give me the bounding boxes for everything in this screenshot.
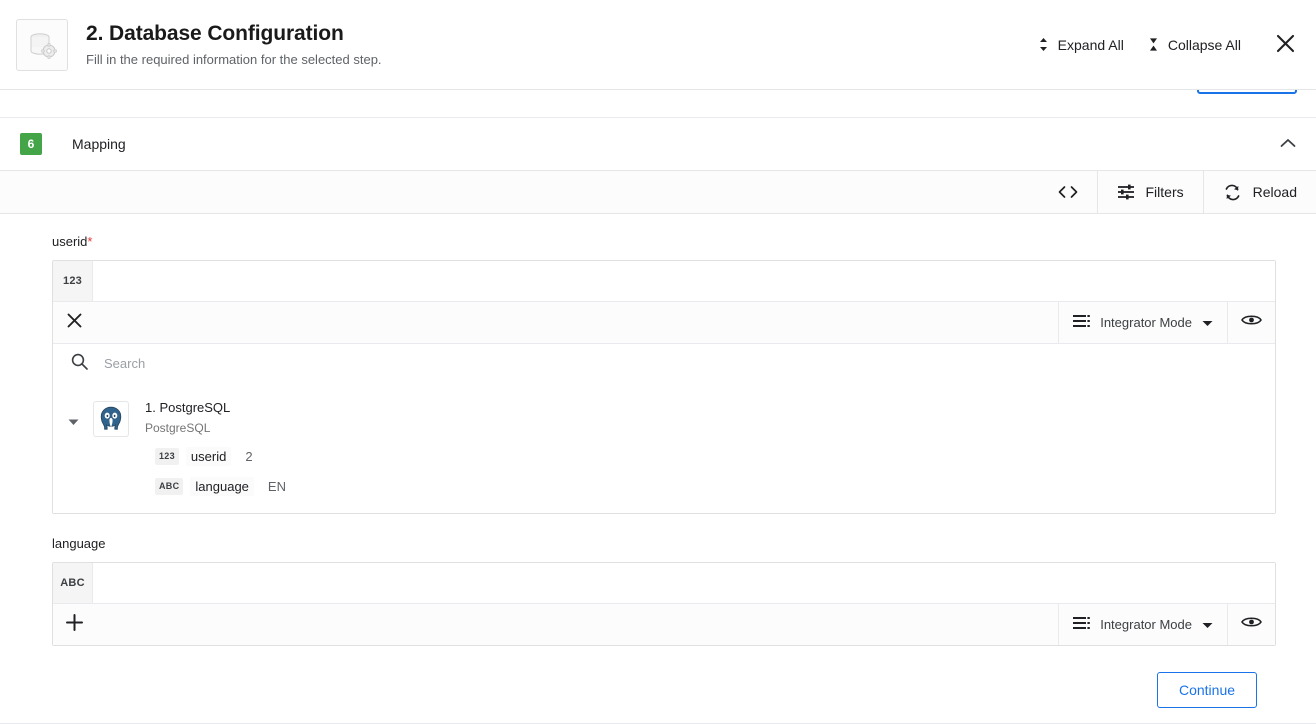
section-title: Mapping xyxy=(72,136,126,152)
preview-toggle-userid[interactable] xyxy=(1227,302,1275,343)
property-type-badge: 123 xyxy=(155,447,179,465)
field-type-row: ABC xyxy=(53,563,1275,604)
plus-icon xyxy=(65,613,84,637)
property-name: language xyxy=(190,476,254,496)
search-icon xyxy=(71,353,88,375)
tree-expand-toggle[interactable] xyxy=(53,399,93,431)
preview-toggle-language[interactable] xyxy=(1227,604,1275,645)
tree-property-row[interactable]: ABC language EN xyxy=(53,473,1275,499)
expand-all-label: Expand All xyxy=(1057,36,1124,53)
header-actions: Expand All Collapse All xyxy=(1026,29,1300,61)
collapse-chevrons-icon xyxy=(1148,37,1159,52)
type-chip-number: 123 xyxy=(53,261,93,301)
field-card-language: ABC Integrator Mode xyxy=(52,562,1276,646)
previous-step-button-cutoff[interactable] xyxy=(1197,90,1297,94)
property-type-badge: ABC xyxy=(155,477,184,495)
code-brackets-icon xyxy=(1058,185,1078,199)
collapse-all-button[interactable]: Collapse All xyxy=(1136,31,1253,59)
dialog-footer: Continue xyxy=(52,646,1276,708)
collapse-all-label: Collapse All xyxy=(1167,36,1241,53)
tree-node-subtitle: PostgreSQL xyxy=(145,421,211,435)
integrator-mode-dropdown-userid[interactable]: Integrator Mode xyxy=(1058,302,1227,343)
triangle-down-icon xyxy=(68,413,79,431)
close-dialog-button[interactable] xyxy=(1271,29,1300,61)
caret-down-icon xyxy=(1202,315,1213,330)
filters-label: Filters xyxy=(1145,184,1184,200)
mapping-search-row xyxy=(53,343,1275,383)
expand-chevrons-icon xyxy=(1038,37,1049,52)
list-lines-icon xyxy=(1073,616,1091,633)
tree-property-row[interactable]: 123 userid 2 xyxy=(53,443,1275,469)
chevron-up-icon xyxy=(1280,135,1296,153)
reload-label: Reload xyxy=(1252,184,1297,200)
field-gap xyxy=(52,514,1276,536)
field-value-language[interactable] xyxy=(93,563,1275,603)
type-chip-text: ABC xyxy=(53,563,93,603)
continue-button[interactable]: Continue xyxy=(1157,672,1257,708)
field-action-row-userid: Integrator Mode xyxy=(53,302,1275,343)
mapping-source-tree: 1. PostgreSQL PostgreSQL 123 userid 2 AB… xyxy=(53,383,1275,513)
caret-down-icon xyxy=(1202,617,1213,632)
scrolled-content-strip xyxy=(0,90,1316,118)
field-label-userid: userid* xyxy=(52,234,1276,249)
action-row-spacer xyxy=(95,302,1058,343)
close-icon xyxy=(66,312,83,334)
clear-mapping-button[interactable] xyxy=(53,302,95,343)
tree-node-title: 1. PostgreSQL xyxy=(145,400,231,415)
expand-all-button[interactable]: Expand All xyxy=(1026,31,1136,59)
action-row-spacer xyxy=(95,604,1058,645)
section-collapse-toggle[interactable] xyxy=(1276,132,1300,156)
field-label-language: language xyxy=(52,536,1276,551)
mapping-toolbar: Filters Reload xyxy=(0,171,1316,214)
postgresql-elephant-icon xyxy=(93,401,129,437)
property-name: userid xyxy=(185,446,232,466)
close-icon xyxy=(1275,33,1296,57)
search-input[interactable] xyxy=(104,356,1257,371)
tree-node-texts: 1. PostgreSQL PostgreSQL xyxy=(145,399,230,436)
list-lines-icon xyxy=(1073,314,1091,331)
field-type-row: 123 xyxy=(53,261,1275,302)
mapping-body: userid* 123 Integrator Mode Search 1. Po… xyxy=(0,214,1316,708)
property-value: 2 xyxy=(245,448,253,464)
page-header: 2. Database Configuration Fill in the re… xyxy=(0,0,1316,90)
filters-sliders-icon xyxy=(1117,184,1135,200)
page-title: 2. Database Configuration xyxy=(86,22,344,45)
field-label-text: userid xyxy=(52,234,88,249)
reload-button[interactable]: Reload xyxy=(1202,171,1316,213)
page-subtitle: Fill in the required information for the… xyxy=(86,52,382,67)
integrator-mode-label: Integrator Mode xyxy=(1100,315,1192,330)
reload-refresh-icon xyxy=(1223,184,1242,201)
field-card-userid: 123 Integrator Mode Search 1. PostgreSQL… xyxy=(52,260,1276,514)
property-value: EN xyxy=(267,478,286,494)
section-step-badge: 6 xyxy=(20,133,42,155)
field-label-text: language xyxy=(52,536,106,551)
filters-button[interactable]: Filters xyxy=(1096,171,1203,213)
add-mapping-button[interactable] xyxy=(53,604,95,645)
section-header-mapping[interactable]: 6 Mapping xyxy=(0,118,1316,171)
database-gear-icon xyxy=(16,18,68,71)
field-value-userid[interactable] xyxy=(93,261,1275,301)
eye-icon xyxy=(1241,615,1262,634)
field-action-row-language: Integrator Mode xyxy=(53,604,1275,645)
tree-node-postgresql[interactable]: 1. PostgreSQL PostgreSQL xyxy=(53,393,1275,439)
integrator-mode-dropdown-language[interactable]: Integrator Mode xyxy=(1058,604,1227,645)
code-view-button[interactable] xyxy=(1039,171,1097,213)
header-text-block: 2. Database Configuration Fill in the re… xyxy=(86,21,1026,68)
eye-icon xyxy=(1241,313,1262,332)
required-asterisk: * xyxy=(87,234,93,249)
integrator-mode-label: Integrator Mode xyxy=(1100,617,1192,632)
